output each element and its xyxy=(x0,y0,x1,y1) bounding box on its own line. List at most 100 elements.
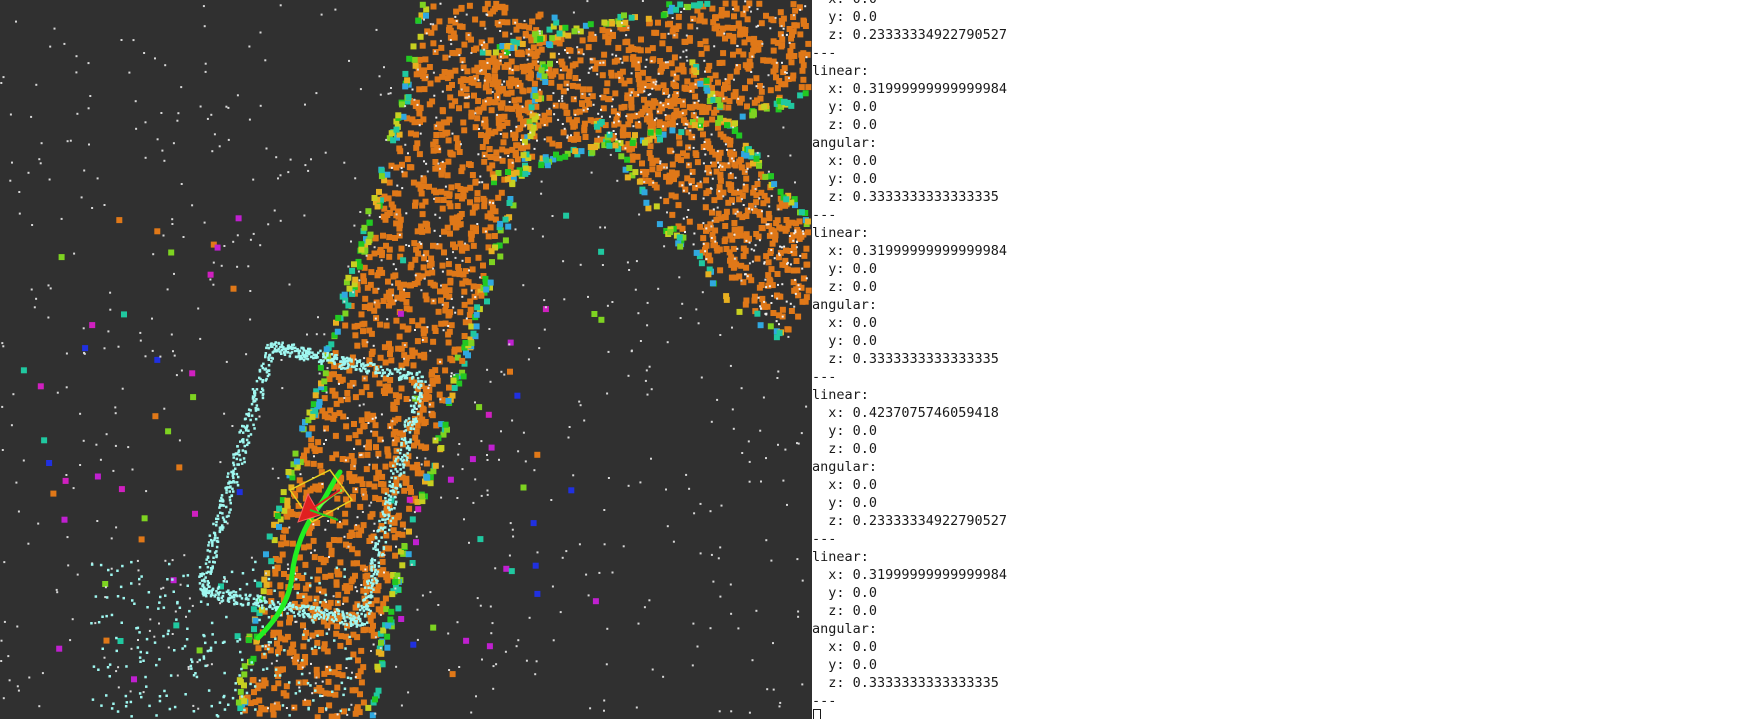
raw-point xyxy=(662,125,665,128)
floor-voxel xyxy=(386,210,393,216)
raw-point xyxy=(441,90,444,93)
raw-point xyxy=(501,83,504,86)
raw-point xyxy=(370,650,372,652)
floor-voxel xyxy=(372,234,379,241)
floor-voxel xyxy=(478,132,484,138)
wall-voxel xyxy=(351,261,357,268)
floor-voxel xyxy=(446,269,453,276)
wall-voxel xyxy=(571,28,578,35)
point-cloud-map[interactable] xyxy=(0,0,812,719)
floor-voxel xyxy=(446,84,452,91)
raw-point xyxy=(420,242,423,245)
raw-point xyxy=(438,148,441,151)
floor-voxel xyxy=(740,253,747,260)
floor-voxel xyxy=(422,292,429,299)
floor-voxel xyxy=(375,450,382,457)
raw-point xyxy=(435,116,438,119)
raw-point xyxy=(49,287,52,290)
floor-voxel xyxy=(615,44,622,51)
obstacle-point xyxy=(367,608,371,611)
raw-point xyxy=(606,627,609,630)
raw-point xyxy=(586,108,589,110)
obstacle-point xyxy=(270,360,273,363)
raw-point xyxy=(594,33,597,36)
raw-point xyxy=(395,268,398,271)
raw-point xyxy=(358,404,361,407)
raw-point xyxy=(110,567,113,570)
obstacle-point xyxy=(381,369,384,372)
floor-voxel xyxy=(404,326,411,333)
raw-point xyxy=(47,284,50,287)
raw-point xyxy=(528,616,531,619)
raw-point xyxy=(754,244,757,247)
raw-point xyxy=(499,59,502,62)
raw-point xyxy=(559,611,562,614)
floor-voxel xyxy=(422,56,429,63)
obstacle-point xyxy=(290,609,293,613)
floor-voxel xyxy=(502,4,509,11)
raw-point xyxy=(531,227,534,230)
floor-voxel xyxy=(605,35,612,42)
scatter-voxel xyxy=(58,254,65,261)
raw-point xyxy=(721,165,724,168)
scatter-voxel xyxy=(508,568,515,575)
floor-voxel xyxy=(639,108,646,115)
raw-point xyxy=(267,707,269,710)
wall-voxel xyxy=(384,644,391,651)
raw-point xyxy=(772,642,774,645)
rviz-3d-view[interactable] xyxy=(0,0,812,719)
raw-point xyxy=(509,53,511,56)
obstacle-point xyxy=(355,621,358,624)
floor-voxel xyxy=(795,313,802,320)
raw-point xyxy=(386,318,389,321)
obstacle-point xyxy=(280,352,283,355)
floor-voxel xyxy=(355,531,362,538)
obstacle-point xyxy=(252,602,256,606)
floor-voxel xyxy=(663,198,670,205)
raw-point xyxy=(264,645,267,648)
floor-voxel xyxy=(461,288,468,295)
raw-point xyxy=(627,26,630,29)
raw-point xyxy=(372,344,375,347)
raw-point xyxy=(777,443,779,446)
wall-voxel xyxy=(424,474,431,481)
raw-point xyxy=(689,183,692,186)
floor-voxel xyxy=(358,311,365,318)
raw-point xyxy=(454,311,457,314)
raw-point xyxy=(635,706,638,709)
wall-voxel xyxy=(365,239,372,246)
wall-voxel xyxy=(256,581,263,588)
raw-point xyxy=(734,212,737,215)
floor-voxel xyxy=(439,262,446,269)
floor-voxel xyxy=(731,13,737,20)
raw-point xyxy=(415,535,418,538)
floor-voxel xyxy=(445,158,452,165)
obstacle-point xyxy=(343,615,346,618)
floor-voxel xyxy=(686,37,693,44)
scatter-voxel xyxy=(117,638,124,644)
obstacle-point xyxy=(380,374,384,378)
floor-voxel xyxy=(748,277,755,284)
floor-voxel xyxy=(800,76,807,83)
raw-point xyxy=(486,459,489,461)
obstacle-point xyxy=(346,362,350,365)
obstacle-point xyxy=(274,341,277,344)
floor-voxel xyxy=(398,345,405,352)
wall-voxel xyxy=(237,679,244,686)
floor-voxel xyxy=(784,266,791,273)
raw-point xyxy=(805,405,808,408)
wall-voxel xyxy=(465,352,471,359)
wall-voxel xyxy=(375,649,382,656)
raw-point xyxy=(796,241,799,243)
floor-voxel xyxy=(565,116,572,123)
raw-point xyxy=(107,330,110,333)
floor-voxel xyxy=(505,63,512,70)
raw-point xyxy=(789,263,792,266)
obstacle-point xyxy=(207,585,210,589)
floor-voxel xyxy=(396,393,403,400)
obstacle-point xyxy=(375,366,378,369)
raw-point xyxy=(703,148,706,150)
wall-voxel xyxy=(677,243,684,250)
raw-point xyxy=(10,424,13,427)
raw-point xyxy=(440,284,442,287)
